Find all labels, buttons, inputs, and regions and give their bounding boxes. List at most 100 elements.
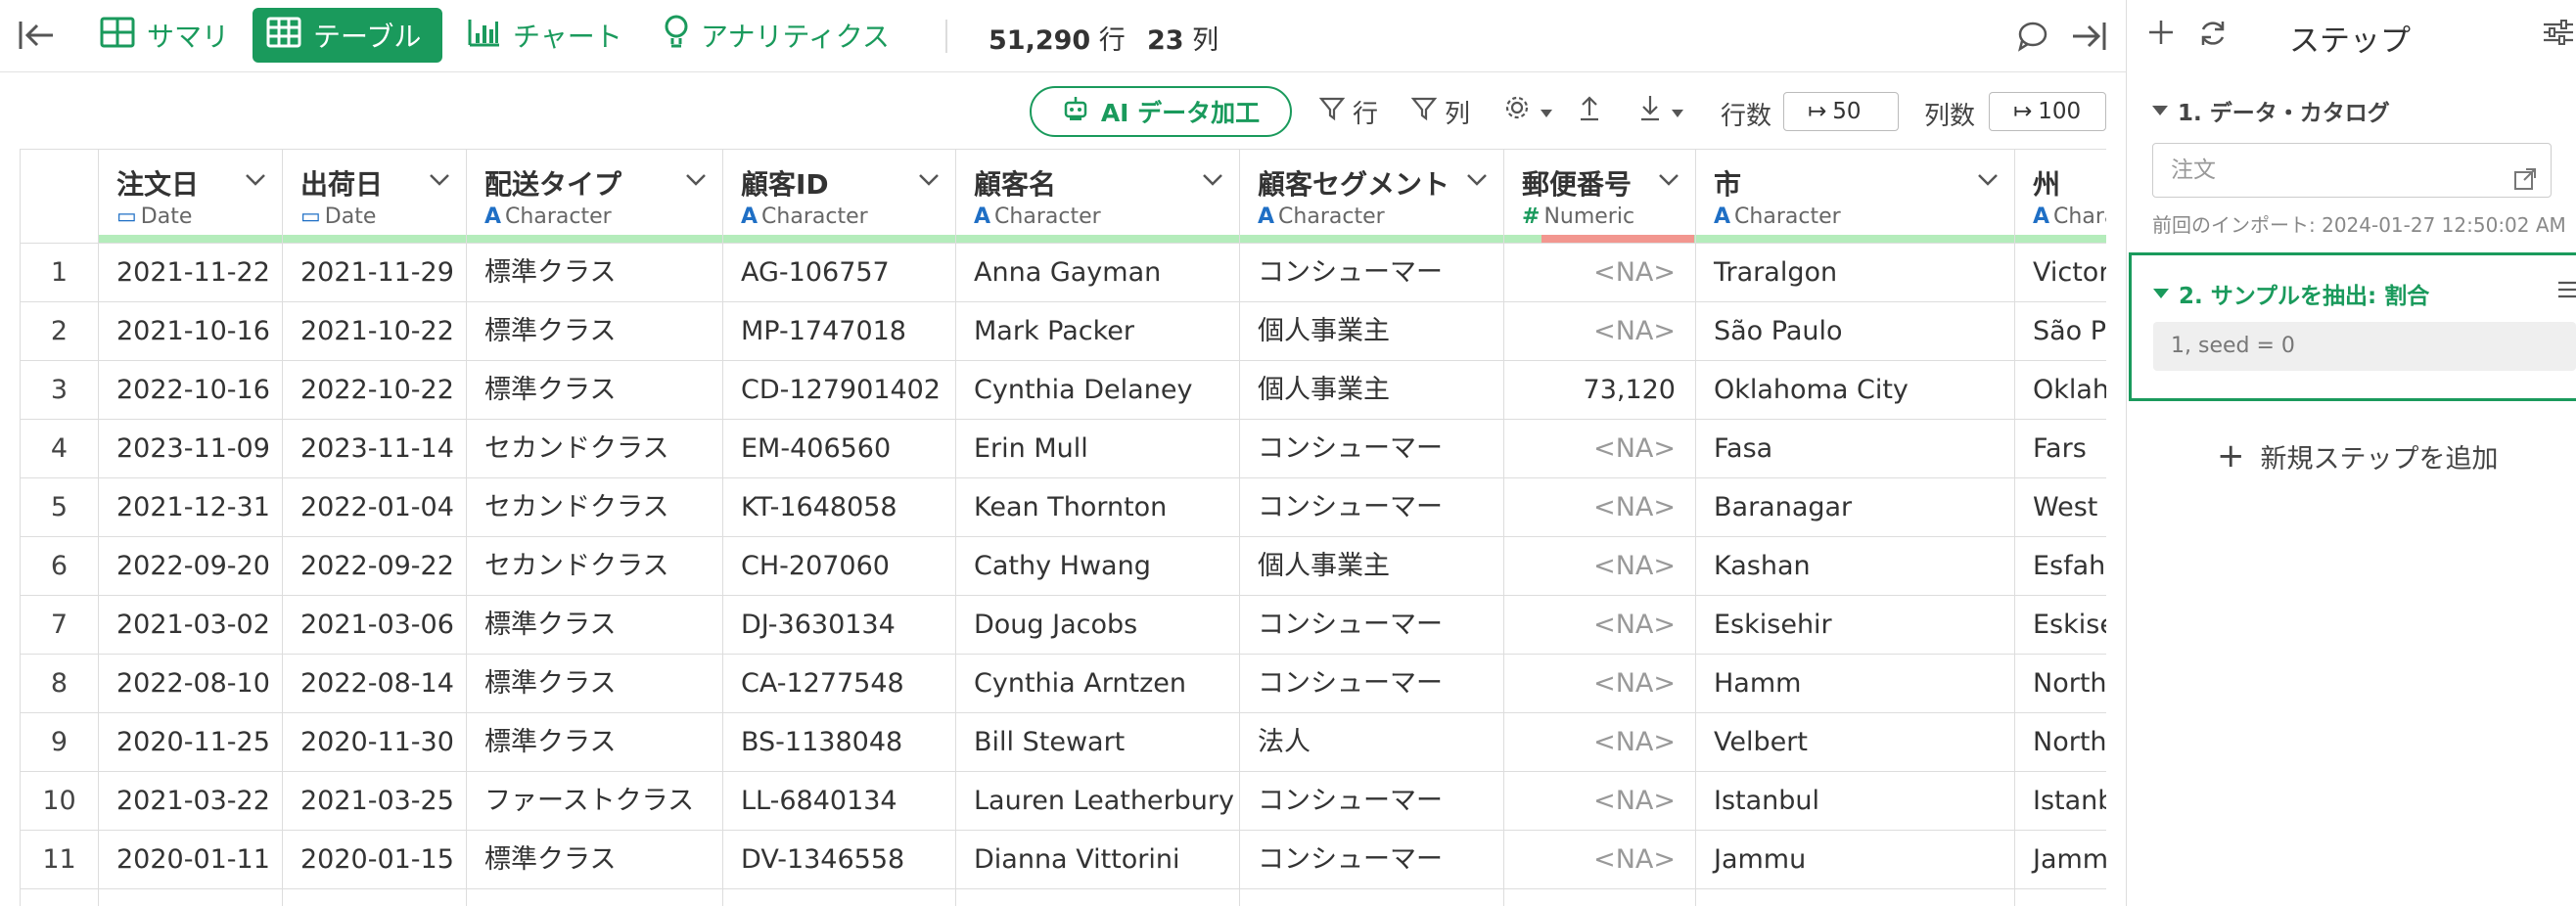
- table-cell[interactable]: 2021-11-22: [99, 244, 283, 302]
- table-cell[interactable]: 個人事業主: [1240, 361, 1504, 420]
- table-cell[interactable]: Fasa: [1696, 420, 2015, 478]
- table-cell[interactable]: Lauren Leatherbury: [956, 772, 1240, 831]
- table-cell[interactable]: Baranagar: [1696, 478, 2015, 537]
- table-cell[interactable]: Istanbul: [2015, 772, 2106, 831]
- column-header[interactable]: 市 A Character: [1696, 150, 2015, 244]
- table-cell[interactable]: Esfahan: [2015, 537, 2106, 596]
- collapse-sidebar-icon[interactable]: [18, 18, 57, 53]
- column-header[interactable]: 顧客ID A Character: [723, 150, 956, 244]
- table-cell[interactable]: 2022-09-22: [283, 537, 467, 596]
- table-cell[interactable]: 標準クラス: [467, 302, 723, 361]
- refresh-icon[interactable]: [2197, 18, 2229, 53]
- column-header[interactable]: 郵便番号 # Numeric: [1504, 150, 1696, 244]
- table-cell[interactable]: Velbert: [1696, 713, 2015, 772]
- tab-analytics[interactable]: アナリティクス: [650, 8, 903, 63]
- table-cell[interactable]: 2021-03-22: [99, 772, 283, 831]
- table-cell[interactable]: 2021-03-02: [99, 596, 283, 655]
- table-cell[interactable]: 個人事業主: [1240, 537, 1504, 596]
- table-cell[interactable]: Istanbul: [1696, 772, 2015, 831]
- rows-limit-input[interactable]: ↦ 50: [1783, 92, 1899, 131]
- table-cell[interactable]: 2022-10-22: [283, 361, 467, 420]
- catalog-name-field[interactable]: 注文: [2152, 143, 2552, 198]
- table-cell[interactable]: CD-127901402: [723, 361, 956, 420]
- menu-icon[interactable]: [2556, 279, 2576, 304]
- table-cell[interactable]: Fars: [2015, 420, 2106, 478]
- table-cell[interactable]: Erin Mull: [956, 420, 1240, 478]
- add-icon[interactable]: [2146, 18, 2176, 51]
- table-cell[interactable]: 2021-10-16: [99, 302, 283, 361]
- table-cell[interactable]: 標準クラス: [467, 361, 723, 420]
- table-cell[interactable]: LL-6840134: [723, 772, 956, 831]
- table-cell[interactable]: 2022-01-04: [283, 478, 467, 537]
- column-header[interactable]: 注文日 ▭ Date: [99, 150, 283, 244]
- table-cell[interactable]: São Paulo: [2015, 302, 2106, 361]
- upload-icon[interactable]: [1578, 94, 1609, 121]
- filter-columns-button[interactable]: 列: [1410, 94, 1470, 130]
- table-cell[interactable]: Bill Stewart: [956, 713, 1240, 772]
- table-cell[interactable]: MP-1747018: [723, 302, 956, 361]
- column-header[interactable]: 州 ACharacter: [2015, 150, 2106, 244]
- settings-dropdown[interactable]: [1503, 94, 1562, 128]
- table-cell[interactable]: <NA>: [1504, 478, 1696, 537]
- table-cell[interactable]: <NA>: [1504, 302, 1696, 361]
- table-cell[interactable]: コンシューマー: [1240, 596, 1504, 655]
- table-cell[interactable]: <NA>: [1504, 713, 1696, 772]
- column-header[interactable]: 配送タイプ A Character: [467, 150, 723, 244]
- table-cell[interactable]: São Paulo: [1696, 302, 2015, 361]
- table-cell[interactable]: 73,120: [1504, 361, 1696, 420]
- column-header[interactable]: 顧客セグメント A Character: [1240, 150, 1504, 244]
- table-cell[interactable]: BS-1138048: [723, 713, 956, 772]
- external-link-icon[interactable]: [2513, 158, 2537, 210]
- sliders-icon[interactable]: [2542, 18, 2575, 51]
- tab-summary[interactable]: サマリ: [86, 8, 243, 63]
- table-cell[interactable]: <NA>: [1504, 244, 1696, 302]
- table-cell[interactable]: Kean Thornton: [956, 478, 1240, 537]
- table-cell[interactable]: Oklahoma: [2015, 361, 2106, 420]
- table-cell[interactable]: 2023-11-09: [99, 420, 283, 478]
- comment-icon[interactable]: [2016, 20, 2051, 55]
- table-cell[interactable]: 2021-11-29: [283, 244, 467, 302]
- table-cell[interactable]: 2021-03-06: [283, 596, 467, 655]
- table-cell[interactable]: コンシューマー: [1240, 655, 1504, 713]
- table-cell[interactable]: 2022-09-20: [99, 537, 283, 596]
- table-cell[interactable]: Jammu: [1696, 831, 2015, 889]
- table-cell[interactable]: <NA>: [1504, 831, 1696, 889]
- table-cell[interactable]: 標準クラス: [467, 596, 723, 655]
- add-step-button[interactable]: + 新規ステップを追加: [2217, 436, 2499, 476]
- table-cell[interactable]: Dianna Vittorini: [956, 831, 1240, 889]
- table-cell[interactable]: <NA>: [1504, 655, 1696, 713]
- table-cell[interactable]: 2020-01-15: [283, 831, 467, 889]
- table-cell[interactable]: DV-1346558: [723, 831, 956, 889]
- column-header[interactable]: 顧客名 A Character: [956, 150, 1240, 244]
- table-cell[interactable]: 2021-12-31: [99, 478, 283, 537]
- table-cell[interactable]: Cathy Hwang: [956, 537, 1240, 596]
- table-cell[interactable]: 法人: [1240, 713, 1504, 772]
- table-cell[interactable]: CH-207060: [723, 537, 956, 596]
- collapse-panel-icon[interactable]: [2071, 20, 2106, 55]
- table-cell[interactable]: 2020-11-25: [99, 713, 283, 772]
- tab-table[interactable]: テーブル: [253, 8, 442, 63]
- table-cell[interactable]: Victoria: [2015, 244, 2106, 302]
- table-cell[interactable]: Cynthia Arntzen: [956, 655, 1240, 713]
- table-cell[interactable]: Anna Gayman: [956, 244, 1240, 302]
- table-cell[interactable]: CA-1277548: [723, 655, 956, 713]
- cols-limit-input[interactable]: ↦ 100: [1989, 92, 2106, 131]
- table-cell[interactable]: Kashan: [1696, 537, 2015, 596]
- table-cell[interactable]: North Rhine-Westphalia: [2015, 713, 2106, 772]
- table-cell[interactable]: Eskisehir: [1696, 596, 2015, 655]
- table-cell[interactable]: 2020-01-11: [99, 831, 283, 889]
- tab-chart[interactable]: チャート: [454, 8, 636, 63]
- table-cell[interactable]: <NA>: [1504, 537, 1696, 596]
- step-sample-ratio[interactable]: 2. サンプルを抽出: 割合 1, seed = 0: [2129, 252, 2576, 401]
- table-cell[interactable]: コンシューマー: [1240, 478, 1504, 537]
- table-cell[interactable]: 標準クラス: [467, 244, 723, 302]
- table-cell[interactable]: 標準クラス: [467, 655, 723, 713]
- table-cell[interactable]: 2020-11-30: [283, 713, 467, 772]
- table-cell[interactable]: KT-1648058: [723, 478, 956, 537]
- table-cell[interactable]: North Rhine-Westphalia: [2015, 655, 2106, 713]
- table-cell[interactable]: <NA>: [1504, 596, 1696, 655]
- table-cell[interactable]: Doug Jacobs: [956, 596, 1240, 655]
- table-cell[interactable]: コンシューマー: [1240, 772, 1504, 831]
- table-cell[interactable]: コンシューマー: [1240, 831, 1504, 889]
- table-cell[interactable]: 標準クラス: [467, 831, 723, 889]
